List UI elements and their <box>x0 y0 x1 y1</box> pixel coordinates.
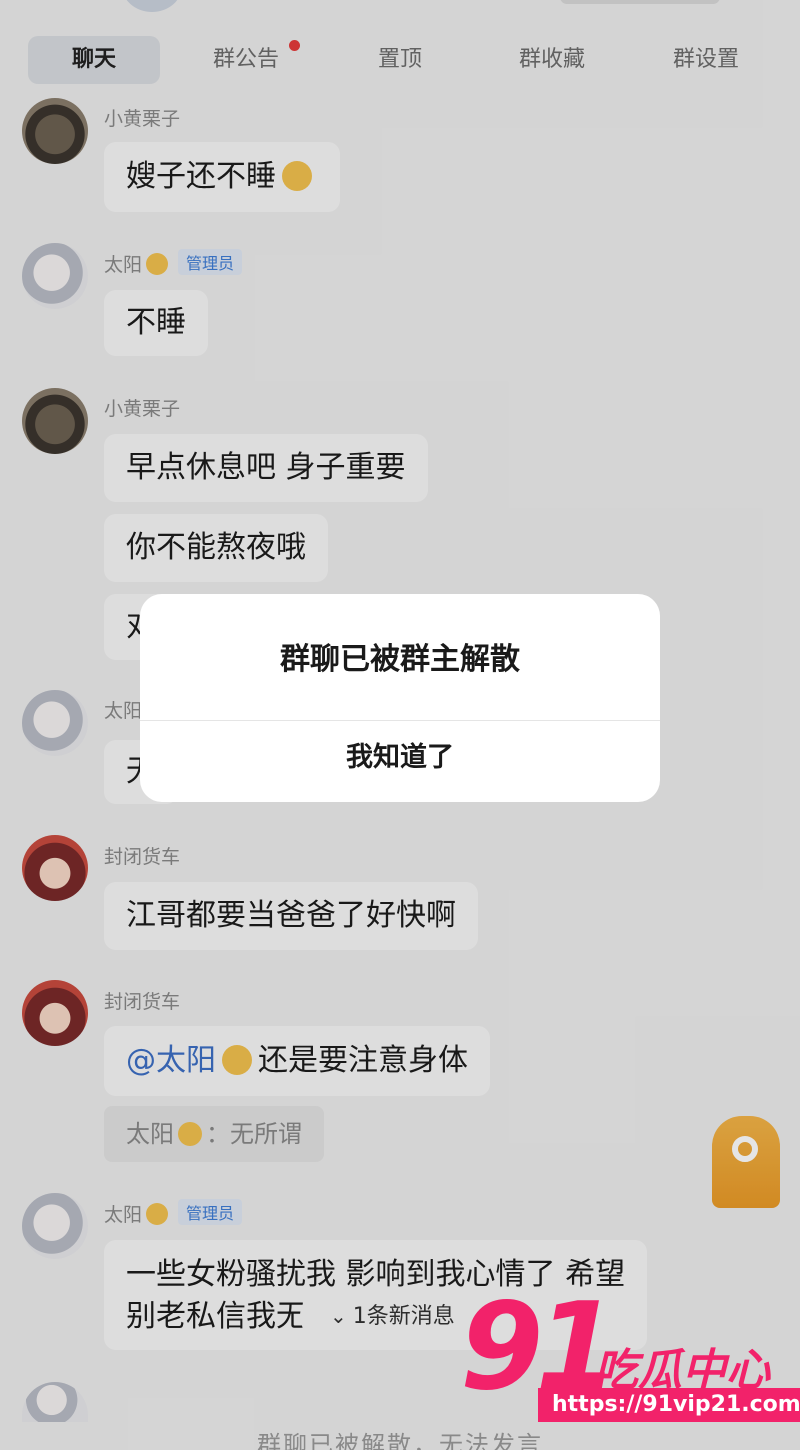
acknowledge-button[interactable]: 我知道了 <box>140 721 660 802</box>
disband-dialog: 群聊已被群主解散 我知道了 <box>140 594 660 802</box>
chat-screen: 聊天 群公告 置顶 群收藏 群设置 小黄栗子 嫂子还不睡 太阳 管理员 不睡 小黄… <box>0 0 800 1450</box>
dialog-title: 群聊已被群主解散 <box>280 642 520 677</box>
watermark-url: https://91vip21.com <box>538 1388 800 1422</box>
